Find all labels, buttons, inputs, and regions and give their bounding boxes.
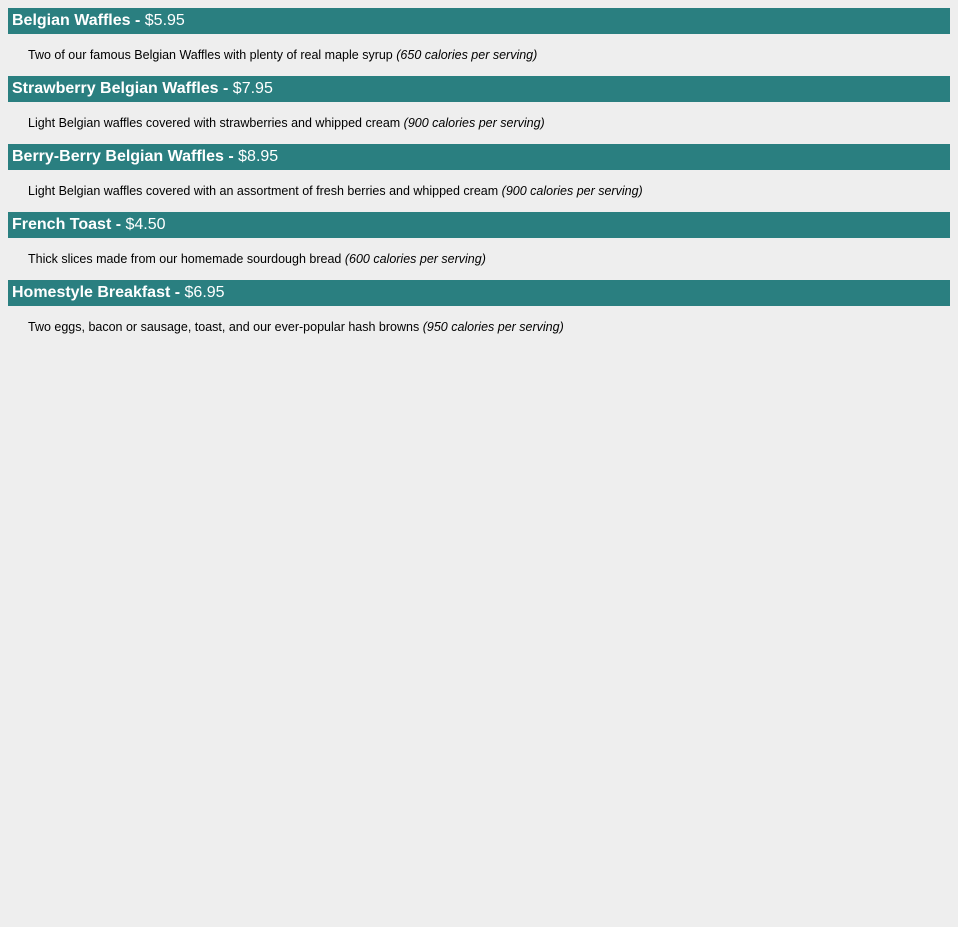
menu-item-name: Homestyle Breakfast (12, 284, 171, 301)
menu-item-description-line: Light Belgian waffles covered with straw… (0, 102, 958, 144)
menu-item-calories: (600 calories per serving) (344, 252, 486, 266)
menu-item-description-line: Two eggs, bacon or sausage, toast, and o… (0, 306, 958, 348)
menu-item-description-line: Two of our famous Belgian Waffles with p… (0, 34, 958, 76)
menu-item-price: $5.95 (144, 12, 185, 29)
menu-item: Homestyle Breakfast - $6.95 Two eggs, ba… (0, 280, 958, 348)
menu-item-header: Belgian Waffles - $5.95 (8, 8, 950, 34)
menu-item-description: Two of our famous Belgian Waffles with p… (28, 48, 393, 62)
menu-item-header: Berry-Berry Belgian Waffles - $8.95 (8, 144, 950, 170)
price-separator: - (111, 216, 126, 233)
menu-item-calories: (650 calories per serving) (396, 48, 538, 62)
menu-item-calories: (950 calories per serving) (422, 320, 564, 334)
menu-item-price: $7.95 (232, 80, 273, 97)
menu-item-price: $8.95 (238, 148, 279, 165)
price-separator: - (130, 12, 145, 29)
menu-item-price: $6.95 (184, 284, 225, 301)
menu-item: French Toast - $4.50 Thick slices made f… (0, 212, 958, 280)
menu-item-calories: (900 calories per serving) (501, 184, 643, 198)
menu-item: Belgian Waffles - $5.95 Two of our famou… (0, 8, 958, 76)
menu-item-description: Two eggs, bacon or sausage, toast, and o… (28, 320, 420, 334)
menu-item-description-line: Thick slices made from our homemade sour… (0, 238, 958, 280)
menu-item-name: French Toast (12, 216, 112, 233)
menu-item-description: Light Belgian waffles covered with an as… (28, 184, 499, 198)
menu-item-calories: (900 calories per serving) (403, 116, 545, 130)
menu-item-description-line: Light Belgian waffles covered with an as… (0, 170, 958, 212)
menu-item-header: Strawberry Belgian Waffles - $7.95 (8, 76, 950, 102)
menu-item-name: Strawberry Belgian Waffles (12, 80, 219, 97)
menu-item-price: $4.50 (125, 216, 166, 233)
menu-item: Berry-Berry Belgian Waffles - $8.95 Ligh… (0, 144, 958, 212)
breakfast-menu: Belgian Waffles - $5.95 Two of our famou… (0, 0, 958, 348)
price-separator: - (170, 284, 185, 301)
menu-item-name: Belgian Waffles (12, 12, 131, 29)
menu-item-header: French Toast - $4.50 (8, 212, 950, 238)
price-separator: - (218, 80, 233, 97)
menu-item-name: Berry-Berry Belgian Waffles (12, 148, 224, 165)
menu-item: Strawberry Belgian Waffles - $7.95 Light… (0, 76, 958, 144)
menu-item-description: Light Belgian waffles covered with straw… (28, 116, 401, 130)
price-separator: - (223, 148, 239, 165)
menu-item-description: Thick slices made from our homemade sour… (28, 252, 342, 266)
menu-item-header: Homestyle Breakfast - $6.95 (8, 280, 950, 306)
